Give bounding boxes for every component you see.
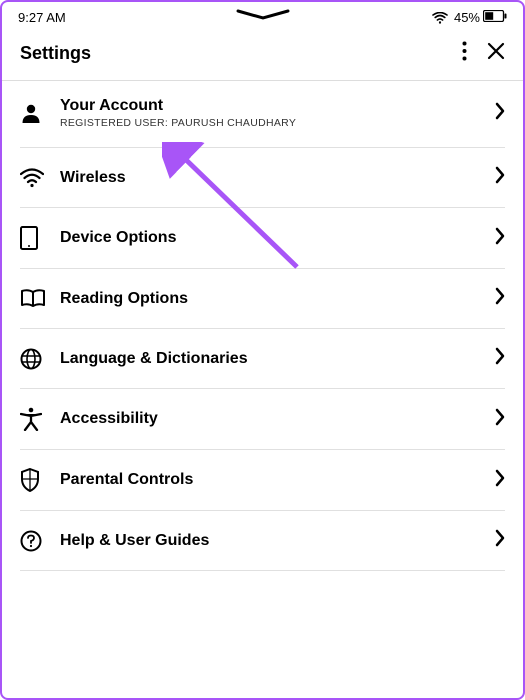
status-time: 9:27 AM [18, 10, 66, 25]
page-title: Settings [20, 43, 91, 64]
chevron-right-icon [495, 408, 505, 431]
registered-user-label: REGISTERED USER: PAURUSH CHAUDHARY [60, 117, 495, 129]
reading-options-row[interactable]: Reading Options [20, 269, 505, 329]
row-title: Help & User Guides [60, 532, 495, 550]
chevron-right-icon [495, 227, 505, 250]
close-button[interactable] [487, 42, 505, 65]
more-options-button[interactable] [462, 41, 467, 66]
row-title: Device Options [60, 229, 495, 247]
chevron-right-icon [495, 166, 505, 189]
chevron-right-icon [495, 287, 505, 310]
chevron-right-icon [495, 529, 505, 552]
help-icon [20, 530, 48, 552]
help-user-guides-row[interactable]: Help & User Guides [20, 511, 505, 571]
device-options-row[interactable]: Device Options [20, 208, 505, 269]
row-title: Your Account [60, 97, 495, 115]
shield-icon [20, 468, 48, 492]
chevron-right-icon [495, 469, 505, 492]
parental-controls-row[interactable]: Parental Controls [20, 450, 505, 511]
wifi-icon [432, 12, 448, 24]
globe-icon [20, 348, 48, 370]
wifi-icon [20, 168, 48, 188]
row-title: Wireless [60, 169, 495, 187]
row-title: Accessibility [60, 410, 495, 428]
device-icon [20, 226, 48, 250]
battery-icon [483, 10, 507, 25]
accessibility-icon [20, 407, 48, 431]
person-icon [20, 102, 48, 124]
language-dictionaries-row[interactable]: Language & Dictionaries [20, 329, 505, 389]
settings-list: Your Account REGISTERED USER: PAURUSH CH… [2, 81, 523, 571]
chevron-right-icon [495, 347, 505, 370]
battery-percentage: 45% [454, 10, 480, 25]
row-title: Reading Options [60, 290, 495, 308]
settings-header: Settings [2, 29, 523, 80]
your-account-row[interactable]: Your Account REGISTERED USER: PAURUSH CH… [20, 81, 505, 148]
drag-handle-icon [233, 8, 293, 22]
chevron-right-icon [495, 102, 505, 125]
row-title: Parental Controls [60, 471, 495, 489]
book-icon [20, 289, 48, 309]
wireless-row[interactable]: Wireless [20, 148, 505, 208]
row-title: Language & Dictionaries [60, 350, 495, 368]
accessibility-row[interactable]: Accessibility [20, 389, 505, 450]
